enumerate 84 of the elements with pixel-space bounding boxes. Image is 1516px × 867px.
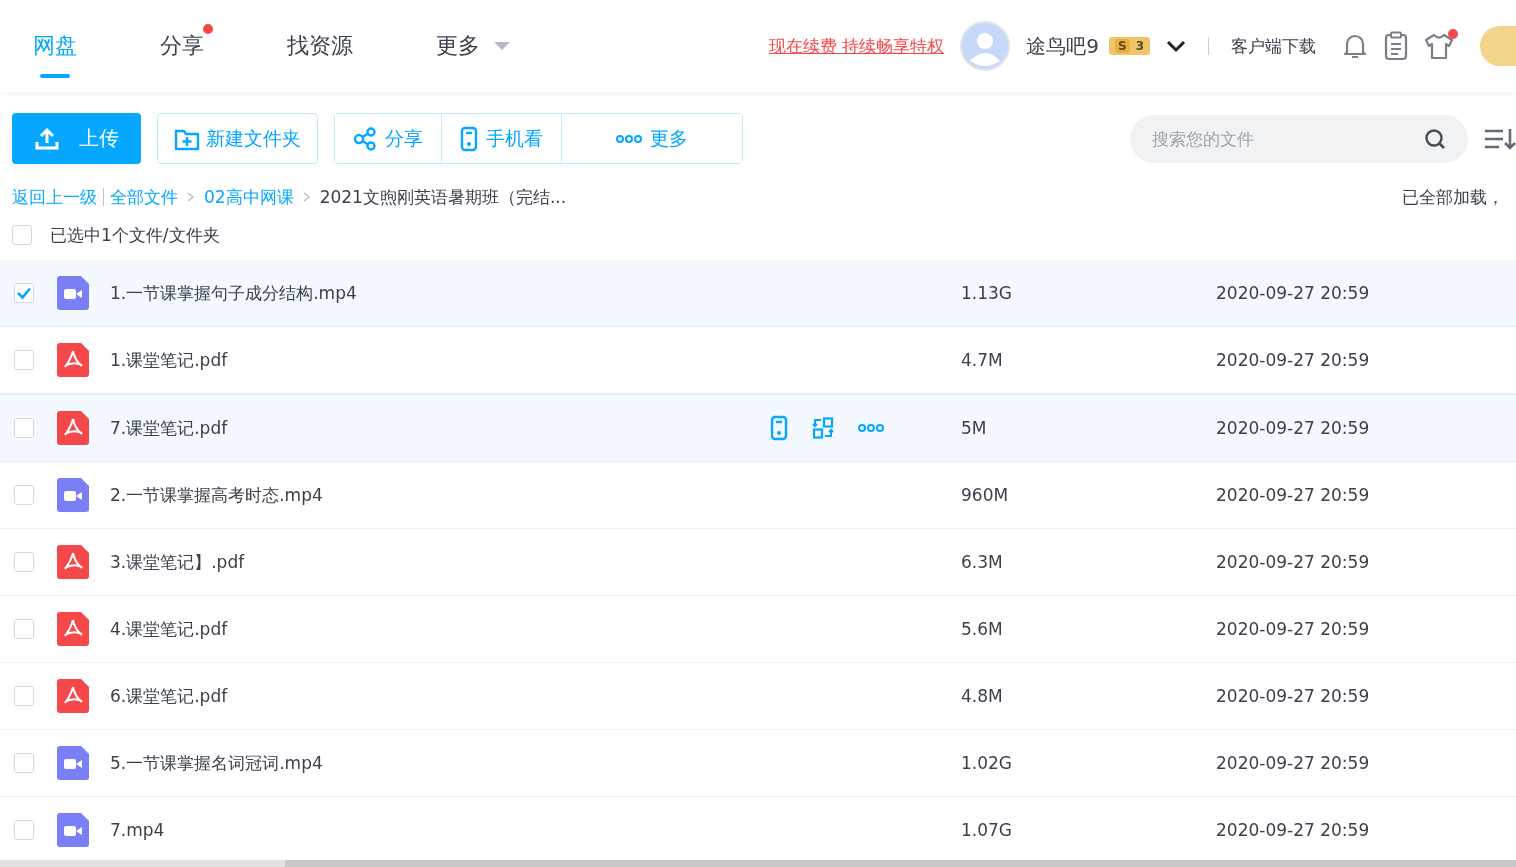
clipboard-icon[interactable] xyxy=(1384,31,1408,61)
selection-count: 已选中1个文件/文件夹 xyxy=(50,223,220,247)
row-checkbox[interactable] xyxy=(14,753,34,773)
nav-tab[interactable]: 分享 xyxy=(141,0,223,92)
file-date: 2020-09-27 20:59 xyxy=(1216,619,1370,639)
bell-icon[interactable] xyxy=(1342,32,1368,60)
file-date: 2020-09-27 20:59 xyxy=(1216,552,1370,572)
pdf-file-icon xyxy=(57,343,89,377)
more-icon[interactable] xyxy=(858,423,884,433)
video-file-icon xyxy=(57,276,89,310)
file-row[interactable]: 7.课堂笔记.pdf 5M 2020-09-27 20:59 xyxy=(0,394,1516,462)
row-checkbox[interactable] xyxy=(14,283,34,303)
caret-icon xyxy=(494,41,510,51)
search-icon[interactable] xyxy=(1424,127,1446,150)
file-size: 6.3M xyxy=(961,552,1004,572)
move-icon[interactable] xyxy=(812,417,834,439)
more-icon xyxy=(616,133,642,144)
video-file-icon xyxy=(57,813,89,847)
vip-button[interactable] xyxy=(1480,26,1516,66)
level-badge: S 3 xyxy=(1109,37,1150,55)
chevron-right-icon xyxy=(187,192,195,202)
video-file-icon xyxy=(57,478,89,512)
file-size: 4.8M xyxy=(961,686,1004,706)
file-date: 2020-09-27 20:59 xyxy=(1216,485,1370,505)
file-size: 4.7M xyxy=(961,350,1004,370)
sort-icon[interactable] xyxy=(1484,126,1516,151)
select-all-checkbox[interactable] xyxy=(12,225,32,245)
file-size: 960M xyxy=(961,485,1010,505)
file-size: 5M xyxy=(961,418,988,438)
file-name[interactable]: 4.课堂笔记.pdf xyxy=(110,617,770,641)
client-download-link[interactable]: 客户端下载 xyxy=(1231,34,1316,58)
file-row[interactable]: 1.一节课掌握句子成分结构.mp4 1.13G 2020-09-27 20:59 xyxy=(0,260,1516,327)
file-row[interactable]: 4.课堂笔记.pdf 5.6M 2020-09-27 20:59 xyxy=(0,596,1516,663)
file-name[interactable]: 3.课堂笔记】.pdf xyxy=(110,550,770,574)
file-date: 2020-09-27 20:59 xyxy=(1216,350,1370,370)
file-row[interactable]: 2.一节课掌握高考时态.mp4 960M 2020-09-27 20:59 xyxy=(0,462,1516,529)
file-name[interactable]: 7.课堂笔记.pdf xyxy=(110,416,770,440)
file-row[interactable]: 6.课堂笔记.pdf 4.8M 2020-09-27 20:59 xyxy=(0,663,1516,730)
horizontal-scrollbar[interactable] xyxy=(0,860,1516,867)
pdf-file-icon xyxy=(57,411,89,445)
row-checkbox[interactable] xyxy=(14,552,34,572)
file-name[interactable]: 7.mp4 xyxy=(110,820,770,840)
avatar-icon[interactable] xyxy=(960,21,1011,71)
upload-icon xyxy=(34,126,59,151)
chevron-right-icon xyxy=(302,192,311,202)
search-field[interactable]: 搜索您的文件 xyxy=(1130,114,1468,163)
phone-icon[interactable] xyxy=(770,415,788,441)
pdf-file-icon xyxy=(57,545,89,579)
row-checkbox[interactable] xyxy=(14,350,34,370)
file-row[interactable]: 5.一节课掌握名词冠词.mp4 1.02G 2020-09-27 20:59 xyxy=(0,730,1516,797)
notification-dot xyxy=(203,24,213,34)
file-date: 2020-09-27 20:59 xyxy=(1216,753,1370,773)
phone-icon xyxy=(460,125,478,152)
file-size: 1.07G xyxy=(961,820,1014,840)
row-checkbox[interactable] xyxy=(14,418,34,438)
file-row[interactable]: 3.课堂笔记】.pdf 6.3M 2020-09-27 20:59 xyxy=(0,529,1516,596)
current-folder: 2021文煦刚英语暑期班（完结... xyxy=(319,185,567,209)
file-date: 2020-09-27 20:59 xyxy=(1216,686,1370,706)
chevron-down-icon[interactable] xyxy=(1166,39,1186,53)
nav-tab[interactable]: 找资源 xyxy=(268,0,372,92)
video-file-icon xyxy=(57,746,89,780)
file-name[interactable]: 1.一节课掌握句子成分结构.mp4 xyxy=(110,281,770,305)
tshirt-icon[interactable] xyxy=(1424,32,1454,60)
row-checkbox[interactable] xyxy=(14,485,34,505)
file-date: 2020-09-27 20:59 xyxy=(1216,283,1370,303)
file-name[interactable]: 2.一节课掌握高考时态.mp4 xyxy=(110,483,770,507)
file-size: 1.13G xyxy=(961,283,1014,303)
load-status: 已全部加载， xyxy=(1402,185,1504,209)
promo-link[interactable]: 现在续费 持续畅享特权 xyxy=(768,34,945,58)
pdf-file-icon xyxy=(57,612,89,646)
file-name[interactable]: 5.一节课掌握名词冠词.mp4 xyxy=(110,751,770,775)
file-name[interactable]: 6.课堂笔记.pdf xyxy=(110,684,770,708)
file-size: 5.6M xyxy=(961,619,1004,639)
row-checkbox[interactable] xyxy=(14,820,34,840)
row-checkbox[interactable] xyxy=(14,619,34,639)
file-date: 2020-09-27 20:59 xyxy=(1216,418,1370,438)
nav-tab[interactable]: 更多 xyxy=(417,0,529,92)
file-size: 1.02G xyxy=(961,753,1014,773)
username: 途鸟吧9 xyxy=(1026,32,1099,60)
pdf-file-icon xyxy=(57,679,89,713)
row-checkbox[interactable] xyxy=(14,686,34,706)
share-icon xyxy=(353,126,377,151)
file-date: 2020-09-27 20:59 xyxy=(1216,820,1370,840)
file-name[interactable]: 1.课堂笔记.pdf xyxy=(110,348,770,372)
